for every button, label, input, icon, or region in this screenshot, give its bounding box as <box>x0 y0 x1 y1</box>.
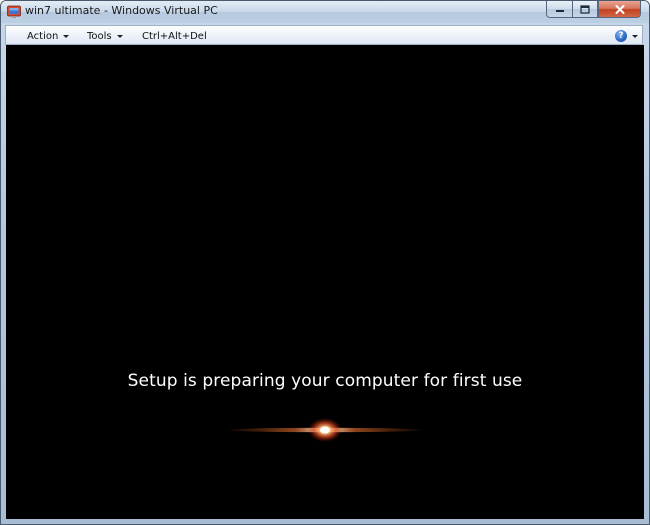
menu-bar: Action Tools Ctrl+Alt+Del ? <box>5 25 643 45</box>
setup-status-text: Setup is preparing your computer for fir… <box>127 371 523 391</box>
menu-action-label: Action <box>27 30 59 42</box>
vm-display[interactable]: Setup is preparing your computer for fir… <box>6 45 644 519</box>
menu-ctrl-alt-del[interactable]: Ctrl+Alt+Del <box>142 28 207 44</box>
chevron-down-icon <box>63 34 70 38</box>
minimize-button[interactable] <box>546 1 572 18</box>
window-title: win7 ultimate - Windows Virtual PC <box>25 4 218 17</box>
menu-tools[interactable]: Tools <box>87 28 123 44</box>
minimize-icon <box>555 10 564 12</box>
maximize-icon <box>580 4 590 14</box>
chevron-down-icon <box>116 34 123 38</box>
virtual-pc-icon <box>7 5 21 18</box>
chevron-down-icon <box>632 34 638 38</box>
title-bar[interactable]: win7 ultimate - Windows Virtual PC <box>1 1 649 23</box>
menu-ctrl-alt-del-label: Ctrl+Alt+Del <box>142 30 207 42</box>
close-button[interactable] <box>598 1 641 18</box>
menu-action[interactable]: Action <box>27 28 70 44</box>
maximize-button[interactable] <box>572 1 598 18</box>
vpc-window: win7 ultimate - Windows Virtual PC Actio… <box>0 0 650 525</box>
help-button[interactable]: ? <box>615 28 638 44</box>
close-icon <box>615 4 624 14</box>
menu-tools-label: Tools <box>87 30 112 42</box>
boot-glow-icon <box>225 418 425 442</box>
help-icon: ? <box>615 30 627 42</box>
caption-buttons <box>546 1 641 19</box>
